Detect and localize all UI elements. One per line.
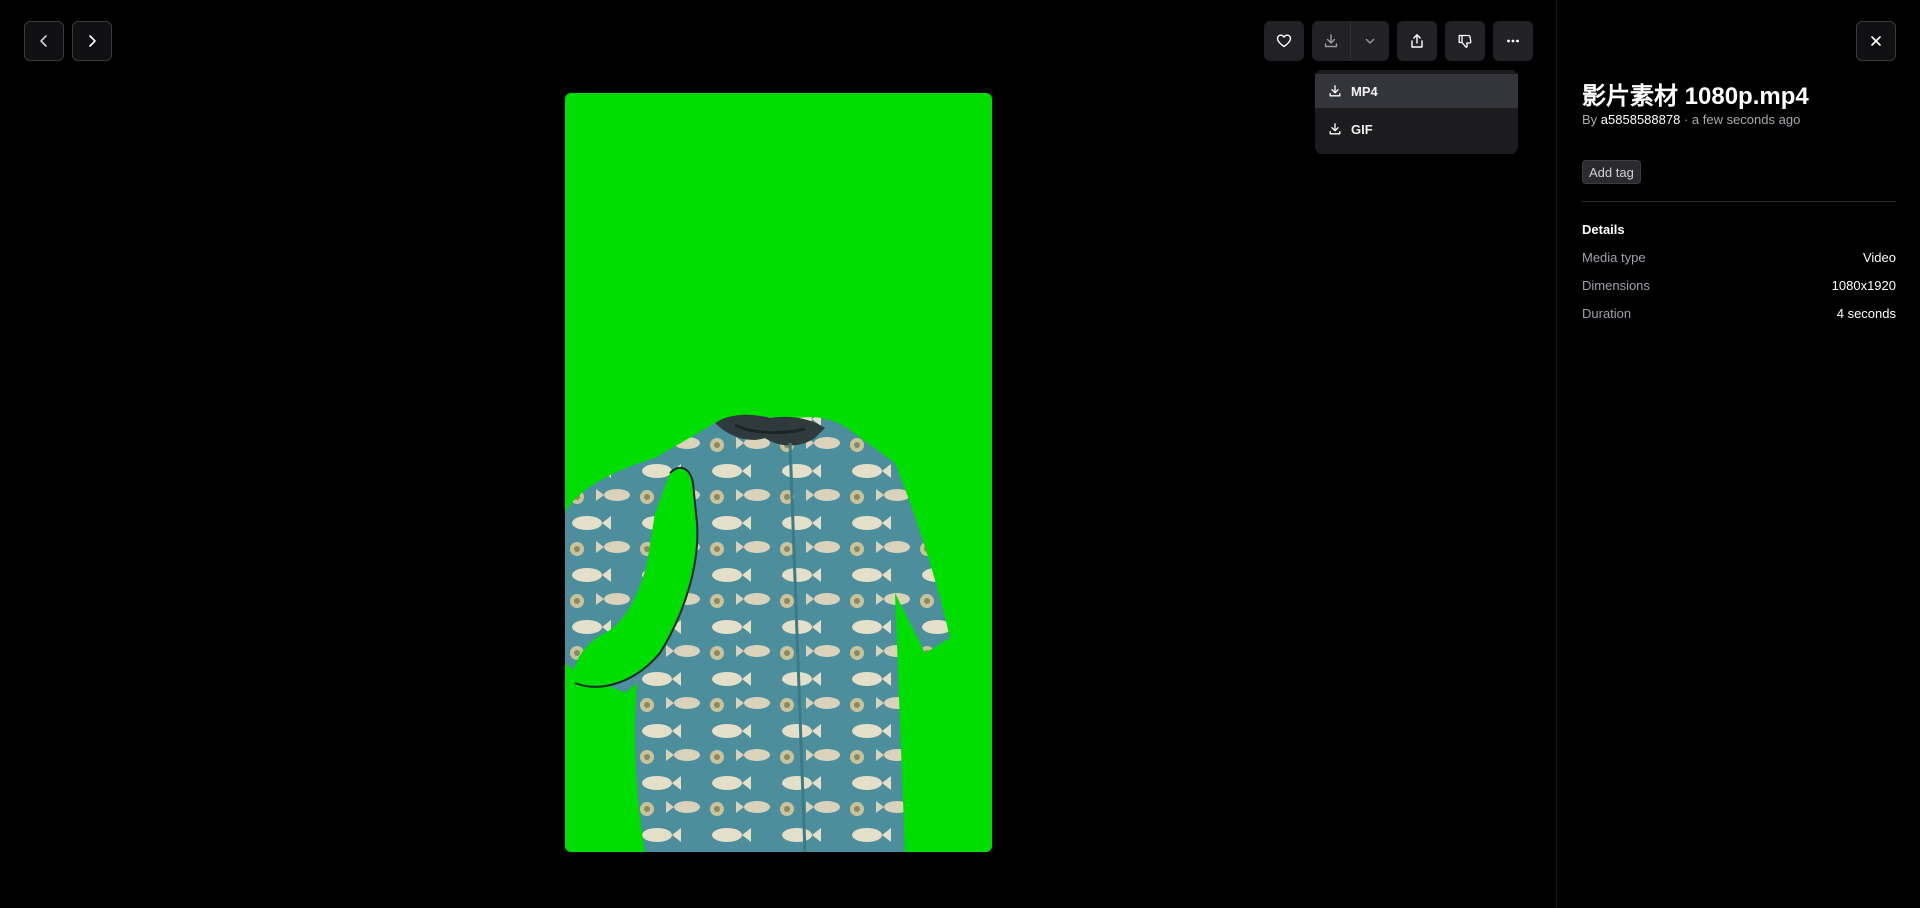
detail-key: Media type xyxy=(1582,250,1646,265)
menu-item-label: GIF xyxy=(1351,121,1373,137)
chevron-right-icon xyxy=(89,35,96,47)
byline-prefix: By xyxy=(1582,112,1598,127)
video-preview[interactable] xyxy=(565,93,992,852)
download-format-menu: MP4 GIF xyxy=(1315,70,1518,154)
heart-icon xyxy=(1276,34,1292,48)
menu-item-label: MP4 xyxy=(1351,83,1378,99)
detail-row-dimensions: Dimensions 1080x1920 xyxy=(1582,278,1896,293)
previous-button[interactable] xyxy=(24,21,64,61)
detail-value: 1080x1920 xyxy=(1831,278,1896,293)
menu-item-gif[interactable]: GIF xyxy=(1315,112,1518,146)
divider xyxy=(1582,201,1896,202)
more-horizontal-icon xyxy=(1507,39,1519,43)
more-button[interactable] xyxy=(1493,21,1533,61)
close-icon xyxy=(1871,36,1881,46)
share-icon xyxy=(1411,34,1423,48)
like-button[interactable] xyxy=(1264,21,1304,61)
next-button[interactable] xyxy=(72,21,112,61)
detail-row-media-type: Media type Video xyxy=(1582,250,1896,265)
download-icon xyxy=(1324,34,1338,48)
shirt-illustration xyxy=(565,414,950,852)
download-icon xyxy=(1328,84,1342,98)
byline: By a5858588878 · a few seconds ago xyxy=(1582,112,1800,127)
download-split-button xyxy=(1312,21,1389,61)
detail-value: Video xyxy=(1862,250,1896,265)
detail-key: Dimensions xyxy=(1582,278,1650,293)
close-button[interactable] xyxy=(1856,21,1896,61)
details-heading: Details xyxy=(1582,222,1625,237)
details-panel xyxy=(1556,0,1920,908)
chevron-left-icon xyxy=(40,35,47,47)
file-title: 影片素材 1080p.mp4 xyxy=(1582,83,1809,110)
chevron-down-icon xyxy=(1365,38,1375,44)
detail-row-duration: Duration 4 seconds xyxy=(1582,306,1896,321)
download-options-button[interactable] xyxy=(1351,21,1389,61)
download-button[interactable] xyxy=(1312,21,1351,61)
detail-value: 4 seconds xyxy=(1836,306,1896,321)
thumbs-down-icon xyxy=(1458,34,1472,48)
dislike-button[interactable] xyxy=(1445,21,1485,61)
detail-key: Duration xyxy=(1582,306,1632,321)
download-icon xyxy=(1328,122,1342,136)
add-tag-button[interactable]: Add tag xyxy=(1582,160,1641,184)
author-link[interactable]: a5858588878 xyxy=(1601,112,1681,127)
upload-time: · a few seconds ago xyxy=(1683,112,1801,127)
menu-item-mp4[interactable]: MP4 xyxy=(1315,74,1518,108)
share-button[interactable] xyxy=(1397,21,1437,61)
